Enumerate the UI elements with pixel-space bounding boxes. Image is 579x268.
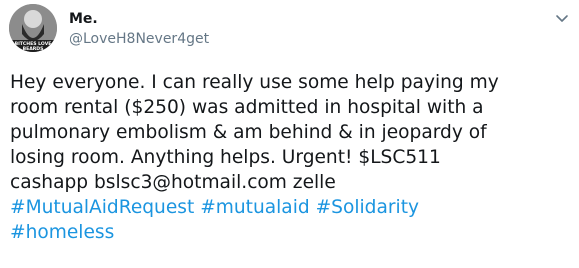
hashtag-mutualaid[interactable]: #mutualaid: [200, 197, 309, 218]
avatar-caption-line2: BEARDS: [23, 46, 44, 52]
avatar[interactable]: BITCHES LOVE BEARDS: [9, 4, 57, 52]
hashtag-mutualaidrequest[interactable]: #MutualAidRequest: [10, 197, 194, 218]
author-block: Me. @LoveH8Never4get: [69, 10, 209, 48]
avatar-image: BITCHES LOVE BEARDS: [9, 4, 57, 52]
tweet-text-line: pulmonary embolism & am behind & in jeop…: [10, 122, 487, 143]
tweet-text-line: Hey everyone. I can really use some help…: [10, 72, 499, 93]
chevron-down-icon[interactable]: [554, 10, 570, 26]
tweet: BITCHES LOVE BEARDS Me. @LoveH8Never4get…: [0, 0, 579, 268]
hashtag-solidarity[interactable]: #Solidarity: [316, 197, 419, 218]
tweet-text-line: room rental ($250) was admitted in hospi…: [10, 97, 484, 118]
tweet-text: Hey everyone. I can really use some help…: [10, 70, 575, 245]
display-name[interactable]: Me.: [69, 10, 209, 28]
tweet-text-line: losing room. Anything helps. Urgent! $LS…: [10, 147, 441, 168]
tweet-text-line: cashapp bslsc3@hotmail.com zelle: [10, 172, 336, 193]
hashtag-homeless[interactable]: #homeless: [10, 222, 114, 243]
user-handle[interactable]: @LoveH8Never4get: [69, 30, 209, 48]
